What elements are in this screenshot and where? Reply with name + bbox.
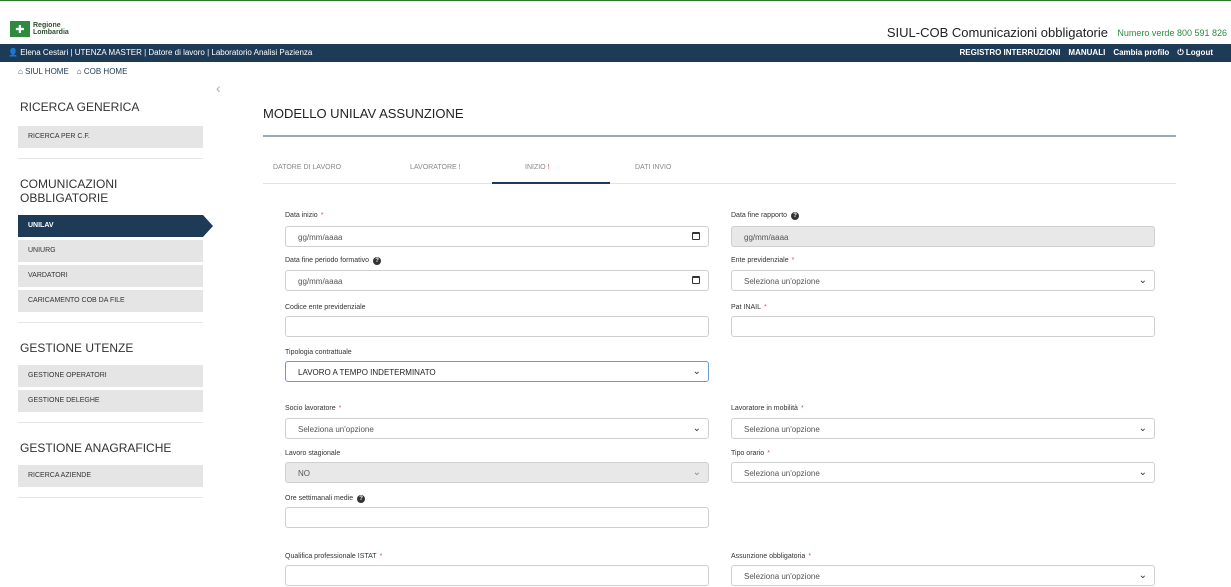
manuali-link[interactable]: MANUALI [1068,48,1105,58]
codice-ente-input[interactable] [285,316,709,337]
assunzione-obbligatoria-select[interactable]: Seleziona un'opzione ⌄ [731,565,1155,586]
tipo-orario-label: Tipo orario * [731,450,770,457]
pat-inail-label: Pat INAIL * [731,304,767,311]
sidebar-item-ricerca-aziende[interactable]: RICERCA AZIENDE [18,465,203,487]
phone-number: Numero verde 800 591 826 [1117,28,1227,38]
sidebar-section-title: COMUNICAZIONI OBBLIGATORIE [20,177,118,205]
user-bar: 👤 Elena Cestari | UTENZA MASTER | Datore… [0,44,1231,62]
tipologia-contrattuale-label: Tipologia contrattuale [285,349,352,356]
breadcrumb: ⌂ SIUL HOME ⌂ COB HOME [18,67,127,76]
ore-settimanali-input[interactable] [285,507,709,528]
collapse-sidebar-icon[interactable]: ‹ [216,80,221,96]
lavoro-stagionale-label: Lavoro stagionale [285,450,341,457]
sidebar-divider [18,158,203,159]
pat-inail-input[interactable] [731,316,1155,337]
sidebar-section-title: RICERCA GENERICA [20,100,140,114]
chevron-down-icon: ⌄ [692,366,701,377]
qualifica-istat-label: Qualifica professionale ISTAT * [285,553,383,560]
active-tab-indicator [492,182,610,184]
logo-line2: Lombardia [33,29,69,36]
chevron-down-icon: ⌄ [1138,570,1147,581]
chevron-down-icon: ⌄ [1138,423,1147,434]
power-icon: ⏻ [1177,48,1184,57]
tab-lavoratore[interactable]: LAVORATORE ! [410,164,461,171]
data-inizio-label: Data inizio * [285,212,324,219]
cambia-profilo-link[interactable]: Cambia profilo [1113,48,1169,58]
ente-previdenziale-select[interactable]: Seleziona un'opzione ⌄ [731,270,1155,291]
home-icon: ⌂ [18,67,23,76]
help-icon[interactable]: ? [791,212,800,220]
sidebar-divider [18,422,203,423]
tipo-orario-select[interactable]: Seleziona un'opzione ⌄ [731,462,1155,483]
calendar-icon[interactable] [692,276,700,284]
tab-warning-flag: ! [458,164,461,171]
sidebar-item-ricerca-cf[interactable]: RICERCA PER C.F. [18,126,203,148]
help-icon[interactable]: ? [373,257,382,265]
regione-lombardia-logo[interactable]: ✚ Regione Lombardia [10,21,88,37]
assunzione-obbligatoria-label: Assunzione obbligatoria * [731,553,812,560]
user-info: Elena Cestari | UTENZA MASTER | Datore d… [20,48,313,57]
registro-interruzioni-link[interactable]: REGISTRO INTERRUZIONI [960,48,1061,58]
app-title: SIUL-COB Comunicazioni obbligatorie [886,25,1108,40]
sidebar-item-uniurg[interactable]: UNIURG [18,240,203,262]
sidebar-item-vardatori[interactable]: VARDATORI [18,265,203,287]
sidebar-item-gestione-deleghe[interactable]: GESTIONE DELEGHE [18,390,203,412]
ore-settimanali-label: Ore settimanali medie? [285,495,366,503]
sidebar-item-caricamento-cob[interactable]: CARICAMENTO COB DA FILE [18,290,203,312]
chevron-down-icon: ⌄ [692,467,701,478]
codice-ente-label: Codice ente previdenziale [285,304,366,311]
user-icon: 👤 [8,48,18,57]
calendar-icon[interactable] [692,232,700,240]
sidebar-section-title: GESTIONE ANAGRAFICHE [20,441,172,455]
socio-lavoratore-label: Socio lavoratore * [285,405,342,412]
chevron-down-icon: ⌄ [1138,467,1147,478]
ente-previdenziale-label: Ente previdenziale * [731,257,795,264]
sidebar-divider [18,322,203,323]
help-icon[interactable]: ? [357,495,366,503]
data-fine-rapporto-input: gg/mm/aaaa [731,226,1155,247]
data-fine-rapporto-label: Data fine rapporto? [731,212,800,220]
sidebar-section-title: GESTIONE UTENZE [20,341,134,355]
logo-mark-icon: ✚ [10,21,30,37]
data-inizio-input[interactable]: gg/mm/aaaa [285,226,709,247]
sidebar-item-gestione-operatori[interactable]: GESTIONE OPERATORI [18,365,203,387]
cob-home-link[interactable]: ⌂ COB HOME [77,67,128,76]
lavoratore-mobilita-label: Lavoratore in mobilità * [731,405,804,412]
logout-link[interactable]: ⏻ Logout [1177,48,1213,58]
title-divider [263,135,1176,137]
siul-home-link[interactable]: ⌂ SIUL HOME [18,67,69,76]
page-title: MODELLO UNILAV ASSUNZIONE [263,106,464,121]
sidebar: RICERCA GENERICA RICERCA PER C.F. COMUNI… [18,100,213,508]
lavoro-stagionale-select: NO ⌄ [285,462,709,483]
logo-line1: Regione [33,22,61,29]
qualifica-istat-input[interactable] [285,565,709,586]
chevron-down-icon: ⌄ [1138,275,1147,286]
lavoratore-mobilita-select[interactable]: Seleziona un'opzione ⌄ [731,418,1155,439]
tipologia-contrattuale-select[interactable]: LAVORO A TEMPO INDETERMINATO ⌄ [285,361,709,382]
user-links: REGISTRO INTERRUZIONI MANUALI Cambia pro… [960,48,1213,58]
tab-warning-flag: ! [547,164,550,171]
tab-inizio[interactable]: INIZIO ! [525,164,550,171]
top-header: ✚ Regione Lombardia SIUL-COB Comunicazio… [0,0,1231,44]
sidebar-item-unilav[interactable]: UNILAV [18,215,213,237]
data-fine-periodo-formativo-label: Data fine periodo formativo? [285,257,382,265]
tab-dati-invio[interactable]: DATI INVIO [635,164,671,171]
sidebar-divider [18,497,203,498]
tab-datore-di-lavoro[interactable]: DATORE DI LAVORO [273,164,341,171]
tab-bar: DATORE DI LAVORO LAVORATORE ! INIZIO ! D… [263,160,1176,184]
chevron-down-icon: ⌄ [692,423,701,434]
home-icon: ⌂ [76,67,82,76]
socio-lavoratore-select[interactable]: Seleziona un'opzione ⌄ [285,418,709,439]
data-fine-periodo-formativo-input[interactable]: gg/mm/aaaa [285,270,709,291]
